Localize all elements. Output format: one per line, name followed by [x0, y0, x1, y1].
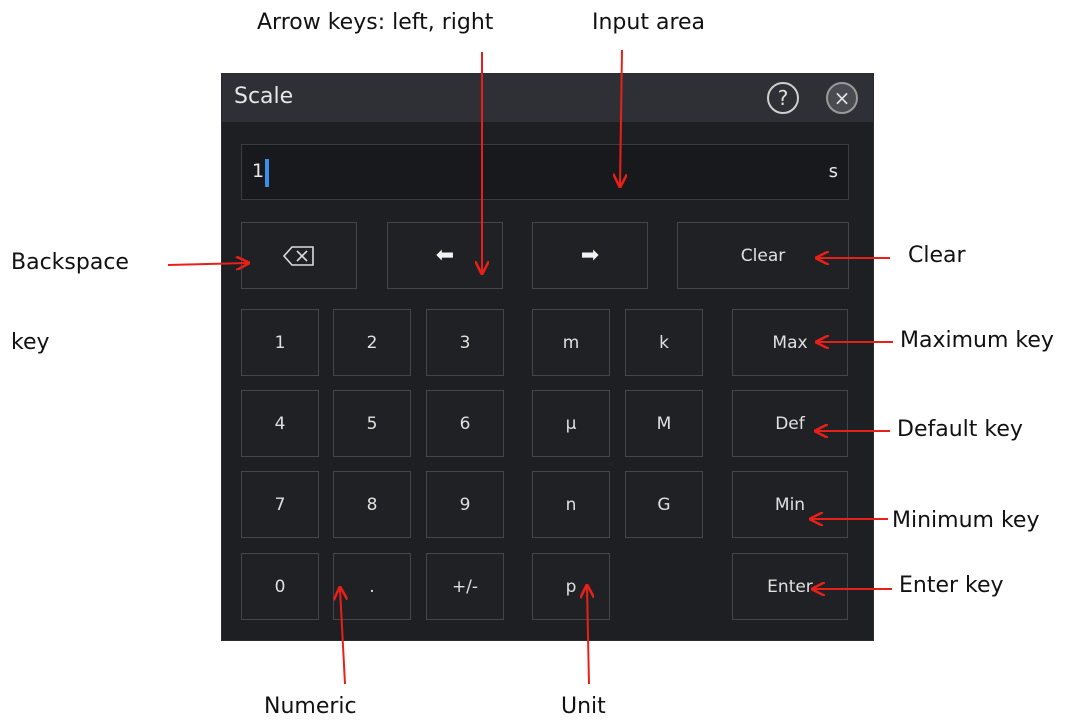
input-unit: s — [828, 161, 838, 182]
annotation-enter: Enter key — [899, 573, 1004, 598]
annotation-numeric: Numeric — [264, 694, 357, 719]
annotation-arrow-keys: Arrow keys: left, right — [257, 10, 494, 35]
help-icon: ? — [777, 86, 789, 110]
digit-3-key[interactable]: 3 — [426, 309, 504, 376]
annotation-maximum: Maximum key — [900, 328, 1054, 353]
annotation-minimum: Minimum key — [892, 508, 1040, 533]
digit-5-key[interactable]: 5 — [333, 390, 411, 457]
digit-9-key[interactable]: 9 — [426, 471, 504, 538]
unit-pico-key[interactable]: p — [532, 553, 610, 620]
input-area[interactable]: 1 s — [241, 144, 849, 200]
unit-milli-key[interactable]: m — [532, 309, 610, 376]
annotation-default: Default key — [897, 417, 1023, 442]
unit-kilo-key[interactable]: k — [625, 309, 703, 376]
digit-8-key[interactable]: 8 — [333, 471, 411, 538]
sign-toggle-key[interactable]: +/- — [426, 553, 504, 620]
left-arrow-button[interactable]: ⬅ — [387, 222, 503, 289]
annotation-clear: Clear — [908, 243, 966, 268]
left-arrow-icon: ⬅ — [435, 243, 455, 268]
default-key[interactable]: Def — [732, 390, 848, 457]
max-key[interactable]: Max — [732, 309, 848, 376]
scale-dialog: Scale ? × 1 s ⬅ ➡ Clear 1 2 3 4 5 6 7 8 … — [221, 73, 874, 641]
digit-7-key[interactable]: 7 — [241, 471, 319, 538]
right-arrow-icon: ➡ — [580, 243, 600, 268]
unit-nano-key[interactable]: n — [532, 471, 610, 538]
backspace-button[interactable] — [241, 222, 357, 289]
title-bar: Scale ? × — [222, 74, 873, 122]
help-button[interactable]: ? — [767, 82, 799, 114]
text-cursor — [265, 159, 269, 187]
digit-1-key[interactable]: 1 — [241, 309, 319, 376]
annotation-backspace: Backspace — [11, 250, 129, 275]
annotation-backspace-line2: key — [11, 330, 50, 355]
unit-mega-key[interactable]: M — [625, 390, 703, 457]
unit-micro-key[interactable]: μ — [532, 390, 610, 457]
unit-giga-key[interactable]: G — [625, 471, 703, 538]
dialog-title: Scale — [234, 84, 294, 109]
digit-6-key[interactable]: 6 — [426, 390, 504, 457]
clear-button[interactable]: Clear — [677, 222, 849, 289]
decimal-point-key[interactable]: . — [333, 553, 411, 620]
enter-key[interactable]: Enter — [732, 553, 848, 620]
annotation-unit: Unit — [561, 694, 606, 719]
min-key[interactable]: Min — [732, 471, 848, 538]
digit-0-key[interactable]: 0 — [241, 553, 319, 620]
close-button[interactable]: × — [826, 82, 858, 114]
backspace-icon — [282, 245, 314, 266]
right-arrow-button[interactable]: ➡ — [532, 222, 648, 289]
digit-2-key[interactable]: 2 — [333, 309, 411, 376]
close-icon: × — [833, 86, 851, 110]
input-value: 1 — [252, 160, 265, 182]
annotation-input-area: Input area — [592, 10, 706, 35]
digit-4-key[interactable]: 4 — [241, 390, 319, 457]
clear-label: Clear — [740, 245, 786, 266]
